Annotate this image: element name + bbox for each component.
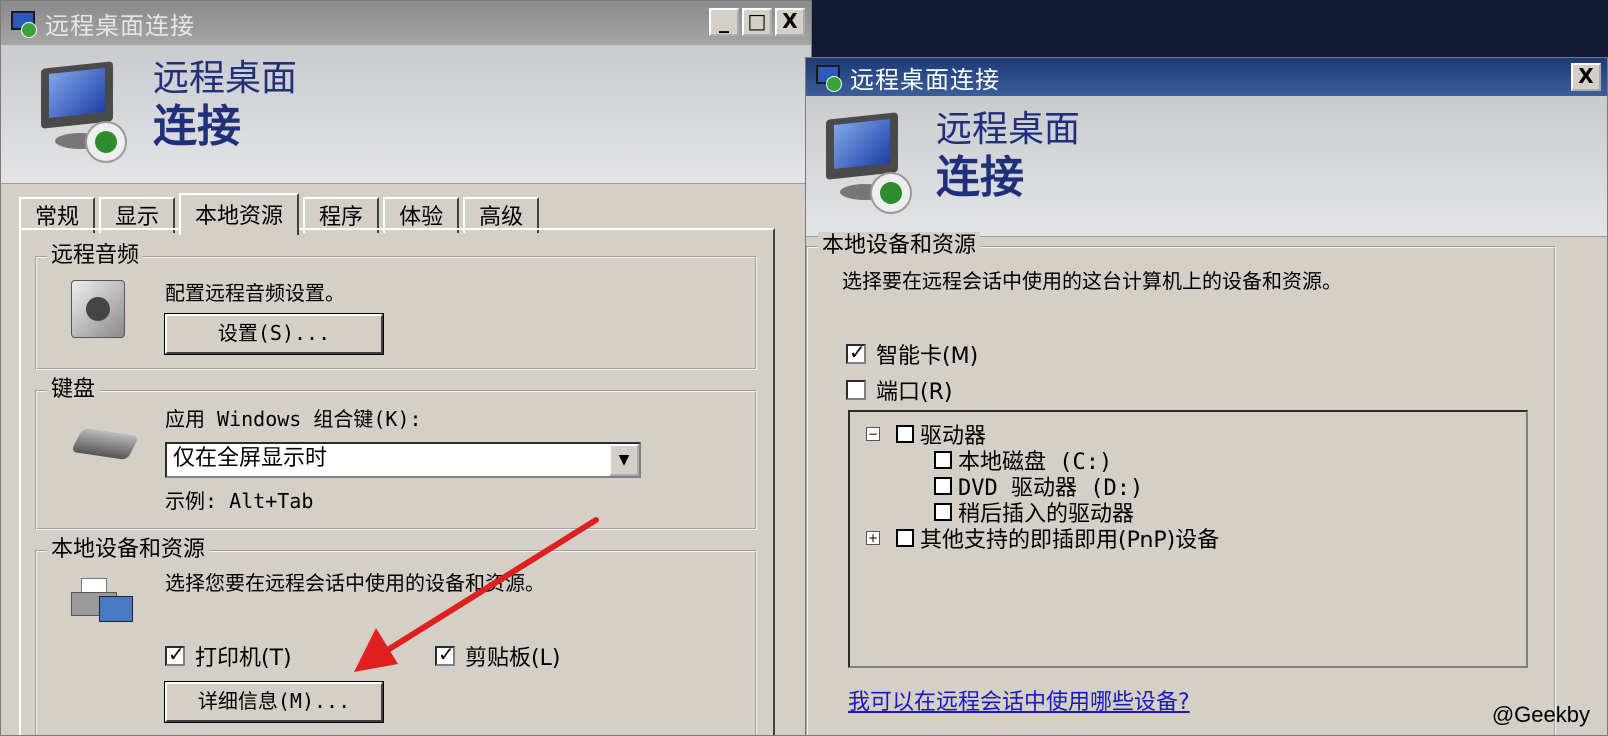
- rdp-window-local-resources: 远程桌面连接 _ □ X 远程桌面 连接 常规 显示 本地资源 程序 体验 高级…: [0, 0, 812, 736]
- minimize-button[interactable]: _: [709, 8, 739, 36]
- banner: 远程桌面 连接: [1, 45, 811, 184]
- checkbox-box[interactable]: [846, 340, 866, 364]
- dropdown-value: 仅在全屏显示时: [173, 446, 328, 471]
- local-devices-group: 本地设备和资源 选择要在远程会话中使用的这台计算机上的设备和资源。 智能卡(M)…: [806, 232, 1556, 735]
- checkbox-box[interactable]: [934, 451, 952, 469]
- group-label: 键盘: [47, 376, 100, 404]
- keyboard-group: 键盘 应用 Windows 组合键(K): 仅在全屏显示时 ▼ 示例: Alt+…: [35, 376, 757, 530]
- checkbox-label: 剪贴板(L): [465, 646, 561, 671]
- help-link[interactable]: 我可以在远程会话中使用哪些设备?: [848, 684, 1190, 716]
- windows-key-dropdown[interactable]: 仅在全屏显示时 ▼: [165, 442, 641, 478]
- remote-desktop-monitor-icon: [37, 61, 137, 165]
- details-button[interactable]: 详细信息(M)...: [164, 681, 384, 723]
- ports-checkbox[interactable]: 端口(R): [846, 374, 952, 406]
- smartcard-checkbox[interactable]: 智能卡(M): [846, 338, 978, 370]
- checkbox-box[interactable]: [934, 477, 952, 495]
- checkbox-box[interactable]: [846, 380, 866, 400]
- banner-title-line1: 远程桌面: [153, 58, 298, 99]
- maximize-button[interactable]: □: [742, 8, 772, 36]
- banner-title-line2: 连接: [153, 101, 241, 152]
- remote-audio-group: 远程音频 配置远程音频设置。 设置(S)...: [35, 242, 757, 370]
- checkbox-box[interactable]: [896, 425, 914, 443]
- banner-title-line2: 连接: [936, 152, 1024, 203]
- audio-settings-button[interactable]: 设置(S)...: [164, 313, 384, 355]
- checkbox-label: 智能卡(M): [876, 344, 979, 369]
- window-title: 远程桌面连接: [850, 65, 1000, 94]
- rdp-app-icon: [9, 9, 37, 38]
- checkbox-box[interactable]: [435, 642, 455, 666]
- window-title: 远程桌面连接: [45, 11, 195, 40]
- printer-checkbox[interactable]: 打印机(T): [165, 640, 292, 672]
- checkbox-box[interactable]: [165, 642, 185, 666]
- rdp-window-device-details: 远程桌面连接 X 远程桌面 连接 本地设备和资源 选择要在远程会话中使用的这台计…: [805, 57, 1608, 736]
- tree-label: 其他支持的即插即用(PnP)设备: [920, 528, 1220, 553]
- audio-description: 配置远程音频设置。: [165, 281, 345, 305]
- checkbox-label: 端口(R): [876, 380, 953, 405]
- remote-desktop-monitor-icon: [822, 112, 922, 216]
- device-tree[interactable]: − 驱动器 本地磁盘 (C:) DVD 驱动器 (D:) 稍后插入的驱动器 + …: [848, 410, 1528, 668]
- checkbox-label: 打印机(T): [195, 646, 292, 671]
- tab-strip: 常规 显示 本地资源 程序 体验 高级: [19, 191, 543, 235]
- close-button[interactable]: X: [775, 8, 805, 36]
- group-label: 本地设备和资源: [47, 536, 210, 564]
- checkbox-box[interactable]: [934, 503, 952, 521]
- keyboard-icon: [70, 427, 140, 461]
- title-bar[interactable]: 远程桌面连接 _ □ X: [1, 1, 811, 45]
- checkbox-box[interactable]: [896, 529, 914, 547]
- tree-node-pnp[interactable]: + 其他支持的即插即用(PnP)设备: [866, 522, 1219, 554]
- speaker-icon: [71, 280, 125, 338]
- tab-local-resources[interactable]: 本地资源: [179, 193, 300, 235]
- group-label: 远程音频: [47, 242, 144, 270]
- collapse-icon[interactable]: −: [866, 427, 880, 441]
- chevron-down-icon[interactable]: ▼: [609, 444, 639, 476]
- local-devices-group: 本地设备和资源 选择您要在远程会话中使用的设备和资源。 打印机(T) 剪贴板(L…: [35, 536, 757, 735]
- banner-title-line1: 远程桌面: [936, 109, 1081, 150]
- title-bar[interactable]: 远程桌面连接 X: [806, 58, 1607, 96]
- close-button[interactable]: X: [1571, 63, 1601, 91]
- tab-panel: 远程音频 配置远程音频设置。 设置(S)... 键盘 应用 Windows 组合…: [19, 228, 775, 735]
- example-text: 示例: Alt+Tab: [165, 489, 314, 513]
- expand-icon[interactable]: +: [866, 531, 880, 545]
- clipboard-checkbox[interactable]: 剪贴板(L): [435, 640, 560, 672]
- watermark: @Geekby: [1491, 702, 1590, 727]
- rdp-app-icon: [814, 63, 842, 92]
- banner: 远程桌面 连接: [806, 96, 1607, 237]
- group-label: 本地设备和资源: [818, 232, 981, 260]
- windows-key-label: 应用 Windows 组合键(K):: [165, 407, 422, 431]
- devices-description: 选择您要在远程会话中使用的设备和资源。: [165, 571, 545, 595]
- printer-camera-icon: [71, 578, 133, 622]
- devices-description: 选择要在远程会话中使用的这台计算机上的设备和资源。: [842, 269, 1342, 293]
